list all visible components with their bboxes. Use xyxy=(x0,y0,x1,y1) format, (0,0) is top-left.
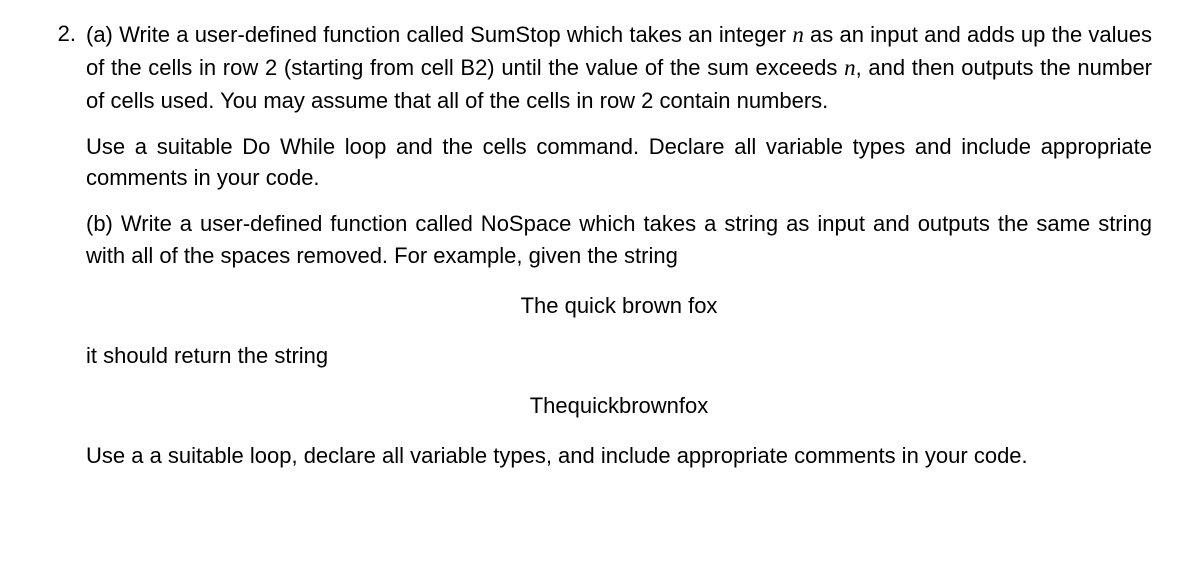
example-input: The quick brown fox xyxy=(86,290,1152,322)
variable-n-2: n xyxy=(844,55,856,80)
part-b-paragraph-2: it should return the string xyxy=(86,340,1152,372)
question-container: 2. (a) Write a user-defined function cal… xyxy=(48,18,1152,486)
part-a-paragraph-1: (a) Write a user-defined function called… xyxy=(86,18,1152,117)
question-body: (a) Write a user-defined function called… xyxy=(86,18,1152,486)
example-output: Thequickbrownfox xyxy=(86,390,1152,422)
variable-n-1: n xyxy=(792,22,804,47)
part-b-text-1: Write a user-defined function called NoS… xyxy=(86,211,1152,268)
part-a-paragraph-2: Use a suitable Do While loop and the cel… xyxy=(86,131,1152,195)
part-b-paragraph-1: (b) Write a user-defined function called… xyxy=(86,208,1152,272)
part-b-label: (b) xyxy=(86,211,113,236)
part-a-label: (a) xyxy=(86,22,113,47)
part-a-text-1a: Write a user-defined function called Sum… xyxy=(119,22,792,47)
question-number: 2. xyxy=(48,18,76,486)
part-b-paragraph-3: Use a a suitable loop, declare all varia… xyxy=(86,440,1152,472)
